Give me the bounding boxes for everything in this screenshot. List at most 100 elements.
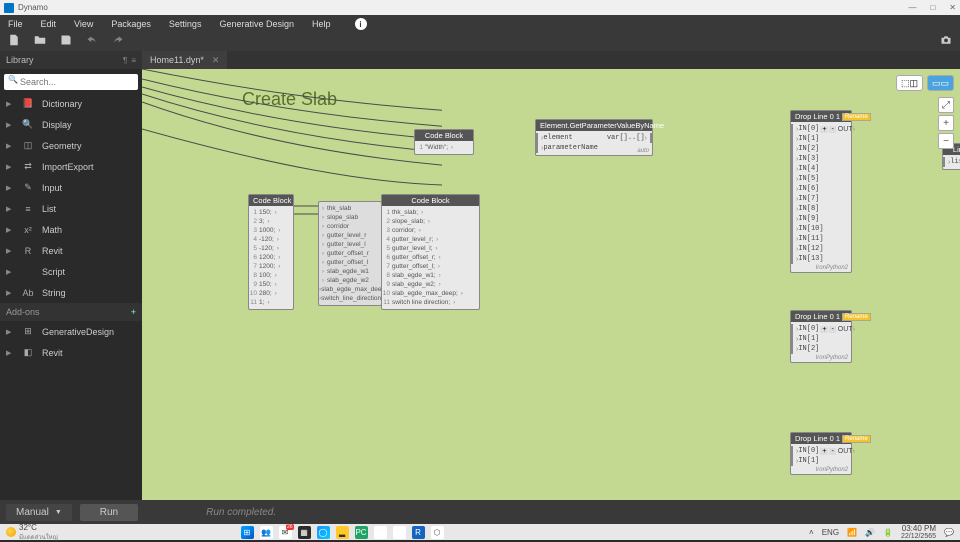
graph-canvas[interactable]: Create Slab — [142, 69, 960, 500]
notifications-icon[interactable]: 💬 — [944, 528, 954, 537]
geometry-icon: ◫ — [22, 140, 34, 151]
rename-badge[interactable]: Rename — [842, 435, 871, 443]
node-drop-line-c[interactable]: Drop Line 0 1Rename ›IN[0]+-OUT››IN[1]Ir… — [790, 432, 852, 475]
library-title: Library — [6, 55, 34, 65]
save-icon[interactable] — [60, 33, 72, 51]
volume-icon[interactable]: 🔊 — [865, 528, 875, 537]
wifi-icon[interactable]: 📶 — [847, 528, 857, 537]
sidebar-item-label: Display — [42, 120, 72, 130]
menu-view[interactable]: View — [74, 19, 93, 29]
snip-icon[interactable]: ✂ — [393, 526, 406, 539]
window-titlebar: Dynamo ― □ ✕ — [0, 0, 960, 15]
sidebar-item-input[interactable]: ▶ ✎ Input — [0, 177, 142, 198]
view-toggle-3d[interactable]: ⬚◫ — [896, 75, 923, 91]
rename-badge[interactable]: Rename — [842, 313, 871, 321]
info-icon[interactable]: i — [355, 18, 367, 30]
zoom-out-button[interactable]: − — [938, 133, 954, 149]
node-drop-line-a[interactable]: Drop Line 0 1Rename ›IN[0]+-OUT››IN[1]›I… — [790, 110, 852, 273]
pycharm-icon[interactable]: PC — [355, 526, 368, 539]
rename-badge[interactable]: Rename — [842, 113, 871, 121]
node-drop-line-b[interactable]: Drop Line 0 1Rename ›IN[0]+-OUT››IN[1]›I… — [790, 310, 852, 363]
library-panel: Library ¶≡ 🔍 ▶ 📕 Dictionary ▶ 🔍 Display … — [0, 51, 142, 500]
zoom-in-button[interactable]: + — [938, 115, 954, 131]
sidebar-item-label: List — [42, 204, 56, 214]
app-logo — [4, 3, 14, 13]
revit-icon[interactable]: R — [412, 526, 425, 539]
search-input[interactable] — [4, 74, 138, 90]
run-bar: Manual▼ Run Run completed. — [0, 500, 960, 524]
addon-item-revit[interactable]: ▶ ◧ Revit — [0, 342, 142, 363]
menu-file[interactable]: File — [8, 19, 23, 29]
menubar: File Edit View Packages Settings Generat… — [0, 15, 960, 33]
sidebar-item-revit[interactable]: ▶ R Revit — [0, 240, 142, 261]
node-get-param[interactable]: Element.GetParameterValueByName ›element… — [535, 119, 653, 156]
start-icon[interactable]: ⊞ — [241, 526, 254, 539]
generativedesign-icon: ⊞ — [22, 326, 34, 337]
sidebar-item-label: ImportExport — [42, 162, 94, 172]
sidebar-item-geometry[interactable]: ▶ ◫ Geometry — [0, 135, 142, 156]
addon-plus-icon[interactable]: + — [131, 307, 136, 317]
search-icon: 🔍 — [8, 75, 18, 84]
explorer-icon[interactable]: ▂ — [336, 526, 349, 539]
sidebar-item-math[interactable]: ▶ x² Math — [0, 219, 142, 240]
dynamo-icon[interactable]: ⬡ — [431, 526, 444, 539]
system-tray[interactable]: ˄ ENG 📶 🔊 🔋 03:40 PM 22/12/2565 💬 — [809, 524, 954, 540]
windows-taskbar[interactable]: 32°C มีแดดส่วนใหญ่ ⊞ 👥 ✉26 ▦ ◯ ▂ PC ✦ ✂ … — [0, 524, 960, 540]
minimize-button[interactable]: ― — [908, 3, 916, 12]
weather-icon — [6, 527, 16, 537]
menu-settings[interactable]: Settings — [169, 19, 202, 29]
lib-list-icon[interactable]: ≡ — [131, 56, 136, 65]
sidebar-item-importexport[interactable]: ▶ ⇄ ImportExport — [0, 156, 142, 177]
node-header: Code Block — [382, 195, 479, 206]
input-icon: ✎ — [22, 182, 34, 193]
teams-icon[interactable]: 👥 — [260, 526, 273, 539]
string-icon: Ab — [22, 288, 34, 298]
tab-home11[interactable]: Home11.dyn* ✕ — [142, 51, 227, 69]
taskbar-weather[interactable]: 32°C มีแดดส่วนใหญ่ — [6, 523, 58, 542]
display-icon: 🔍 — [22, 119, 34, 130]
undo-icon[interactable] — [86, 33, 98, 51]
math-icon: x² — [22, 225, 34, 235]
open-icon[interactable] — [34, 33, 46, 51]
sidebar-item-list[interactable]: ▶ ≡ List — [0, 198, 142, 219]
menu-help[interactable]: Help — [312, 19, 331, 29]
close-button[interactable]: ✕ — [949, 3, 956, 12]
camera-icon[interactable] — [940, 33, 952, 51]
sidebar-item-label: Revit — [42, 246, 63, 256]
app-icon-1[interactable]: ▦ — [298, 526, 311, 539]
menu-generative-design[interactable]: Generative Design — [219, 19, 294, 29]
edge-icon[interactable]: ◯ — [317, 526, 330, 539]
sidebar-item-string[interactable]: ▶ Ab String — [0, 282, 142, 303]
run-status: Run completed. — [206, 507, 276, 518]
app-icon-2[interactable]: ✦ — [374, 526, 387, 539]
tab-close-icon[interactable]: ✕ — [212, 55, 220, 66]
toolbar — [0, 33, 960, 51]
node-code-block-out[interactable]: Code Block 1thk_slab;›2slope_slab;›3corr… — [381, 194, 480, 310]
maximize-button[interactable]: □ — [930, 3, 935, 12]
sidebar-item-label: Input — [42, 183, 62, 193]
run-mode-dropdown[interactable]: Manual▼ — [6, 504, 72, 521]
menu-packages[interactable]: Packages — [111, 19, 151, 29]
node-header: Code Block — [249, 195, 293, 206]
menu-edit[interactable]: Edit — [41, 19, 57, 29]
sidebar-item-script[interactable]: ▶ Script — [0, 261, 142, 282]
sidebar-item-label: GenerativeDesign — [42, 327, 114, 337]
lib-paragraph-icon[interactable]: ¶ — [123, 56, 127, 65]
tray-chevron-icon[interactable]: ˄ — [809, 528, 814, 537]
run-button[interactable]: Run — [80, 504, 138, 521]
fit-view-button[interactable]: ⤢ — [938, 97, 954, 113]
mail-icon[interactable]: ✉26 — [279, 526, 292, 539]
sidebar-item-label: Geometry — [42, 141, 82, 151]
view-toggle-graph[interactable]: ▭▭ — [927, 75, 954, 91]
tray-lang[interactable]: ENG — [822, 528, 839, 537]
node-code-block-width[interactable]: Code Block 1"Width";› — [414, 129, 474, 155]
node-header: Code Block — [415, 130, 473, 141]
addon-item-generativedesign[interactable]: ▶ ⊞ GenerativeDesign — [0, 321, 142, 342]
node-code-block-nums[interactable]: Code Block 1150;›23;›31000;›4-120;›5-120… — [248, 194, 294, 310]
redo-icon[interactable] — [112, 33, 124, 51]
battery-icon[interactable]: 🔋 — [883, 528, 893, 537]
sidebar-item-display[interactable]: ▶ 🔍 Display — [0, 114, 142, 135]
sidebar-item-dictionary[interactable]: ▶ 📕 Dictionary — [0, 93, 142, 114]
node-var-inputs[interactable]: ›thk_slab›slope_slab›corridor›gutter_lev… — [318, 201, 382, 306]
new-icon[interactable] — [8, 33, 20, 51]
